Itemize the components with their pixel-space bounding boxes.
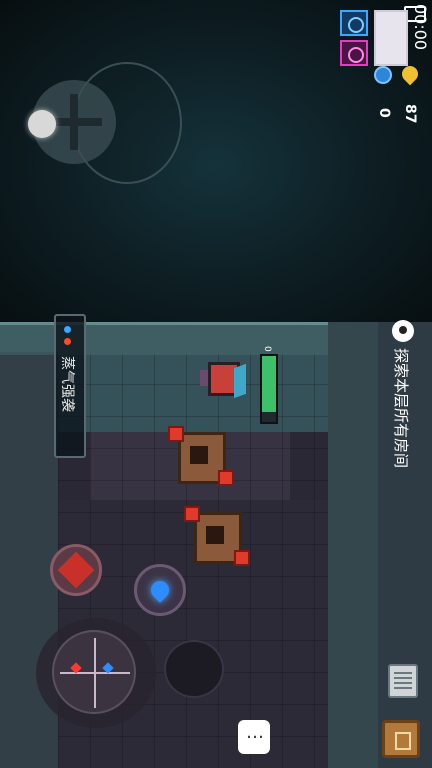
- joystick-knob[interactable]: [28, 110, 56, 138]
- crab-monster: [168, 426, 234, 488]
- buff-dot-blue-icon: [64, 326, 71, 333]
- chat-bubble-icon[interactable]: [238, 720, 270, 754]
- swap-weapon-button[interactable]: [164, 640, 224, 698]
- backpack-icon[interactable]: [388, 664, 418, 698]
- enemy-face: [190, 446, 208, 464]
- treasure-chest-icon[interactable]: [382, 720, 420, 758]
- blue-shield-buff-icon: [340, 10, 368, 36]
- energy-count: 0: [376, 108, 392, 118]
- dungeon-wall-right: [328, 322, 378, 768]
- buff-dot-red-icon: [64, 338, 71, 345]
- player-health-fill: [262, 356, 276, 413]
- lock-icon: [392, 320, 414, 342]
- player-health-label: 0: [262, 346, 272, 352]
- character-portrait-icon[interactable]: [374, 10, 408, 66]
- enemy-claw: [218, 470, 234, 486]
- clock-time: 00:00: [411, 4, 430, 51]
- quest-objective: 探索本层所有房间: [392, 348, 410, 469]
- player-health-bar: [260, 354, 278, 424]
- buff-label: 蒸气强袭: [59, 356, 75, 412]
- enemy-claw: [168, 426, 184, 442]
- enemy-claw: [184, 506, 200, 522]
- enemy-face: [206, 526, 224, 544]
- pink-shield-buff-icon: [340, 40, 368, 66]
- crosshair-icon[interactable]: [52, 630, 136, 714]
- player-character: [198, 356, 246, 402]
- blue-flame-weapon-icon[interactable]: [134, 564, 186, 616]
- enemy-claw: [234, 550, 250, 566]
- player-weapon: [234, 363, 246, 399]
- skill-button[interactable]: [50, 544, 102, 596]
- crab-monster: [184, 506, 250, 568]
- gem-count: 87: [402, 104, 418, 124]
- energy-icon: [374, 66, 392, 84]
